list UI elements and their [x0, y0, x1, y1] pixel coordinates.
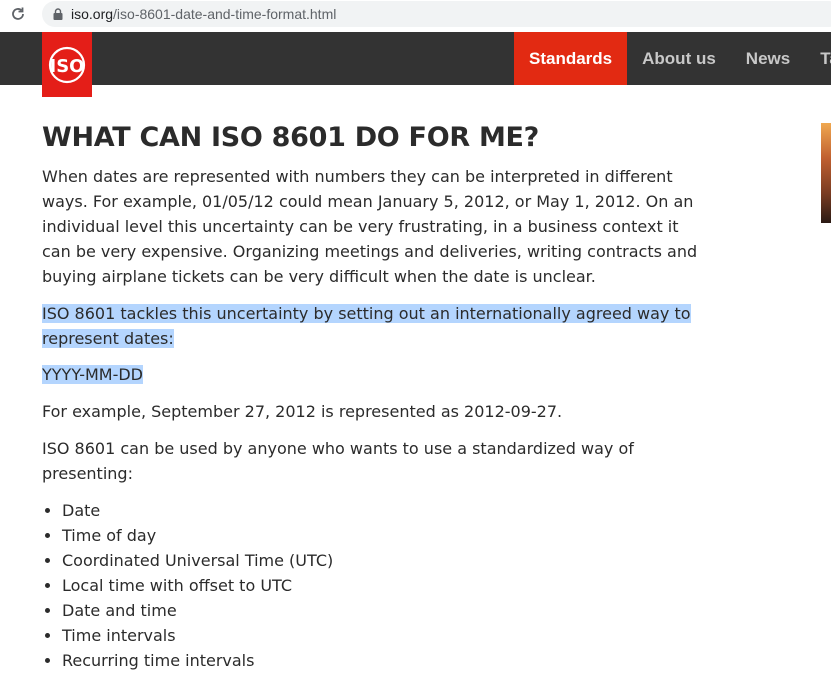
- article: WHAT CAN ISO 8601 DO FOR ME? When dates …: [42, 118, 742, 673]
- intro-paragraph: When dates are represented with numbers …: [42, 167, 698, 286]
- selected-paragraph: ISO 8601 tackles this uncertainty by set…: [42, 301, 742, 351]
- nav-about-us[interactable]: About us: [627, 32, 731, 85]
- selected-text-line-1: ISO 8601 tackles this uncertainty by set…: [42, 304, 691, 323]
- nav-news[interactable]: News: [731, 32, 805, 85]
- list-item: Time of day: [62, 523, 742, 548]
- address-bar[interactable]: iso.org/iso-8601-date-and-time-format.ht…: [42, 1, 831, 27]
- list-item: Coordinated Universal Time (UTC): [62, 548, 742, 573]
- presentation-list: Date Time of day Coordinated Universal T…: [42, 498, 742, 673]
- iso-logo-mark: ISO: [48, 46, 86, 84]
- iso-logo[interactable]: ISO: [42, 32, 92, 97]
- example-paragraph: For example, September 27, 2012 is repre…: [42, 402, 563, 421]
- list-item: Time intervals: [62, 623, 742, 648]
- url-host: iso.org: [71, 6, 114, 22]
- list-item: Local time with offset to UTC: [62, 573, 742, 598]
- selected-text-line-2: represent dates:: [42, 329, 174, 348]
- reload-icon[interactable]: [10, 6, 26, 22]
- page-title: WHAT CAN ISO 8601 DO FOR ME?: [42, 122, 540, 153]
- date-format: YYYY-MM-DD: [42, 365, 143, 384]
- sidebar-image[interactable]: [821, 123, 831, 223]
- url-path: /iso-8601-date-and-time-format.html: [113, 6, 337, 22]
- nav-standards[interactable]: Standards: [514, 32, 628, 85]
- format-paragraph: YYYY-MM-DD: [42, 362, 742, 387]
- main-nav: Standards About us News Tal: [514, 32, 831, 85]
- nav-taking-part[interactable]: Tal: [805, 32, 831, 85]
- lock-icon[interactable]: [53, 8, 63, 20]
- list-item: Date: [62, 498, 742, 523]
- list-item: Date and time: [62, 598, 742, 623]
- url-text: iso.org/iso-8601-date-and-time-format.ht…: [71, 6, 336, 22]
- usage-paragraph: ISO 8601 can be used by anyone who wants…: [42, 439, 634, 483]
- logo-text: ISO: [50, 56, 85, 77]
- list-item: Recurring time intervals: [62, 648, 742, 673]
- browser-toolbar: iso.org/iso-8601-date-and-time-format.ht…: [0, 0, 831, 28]
